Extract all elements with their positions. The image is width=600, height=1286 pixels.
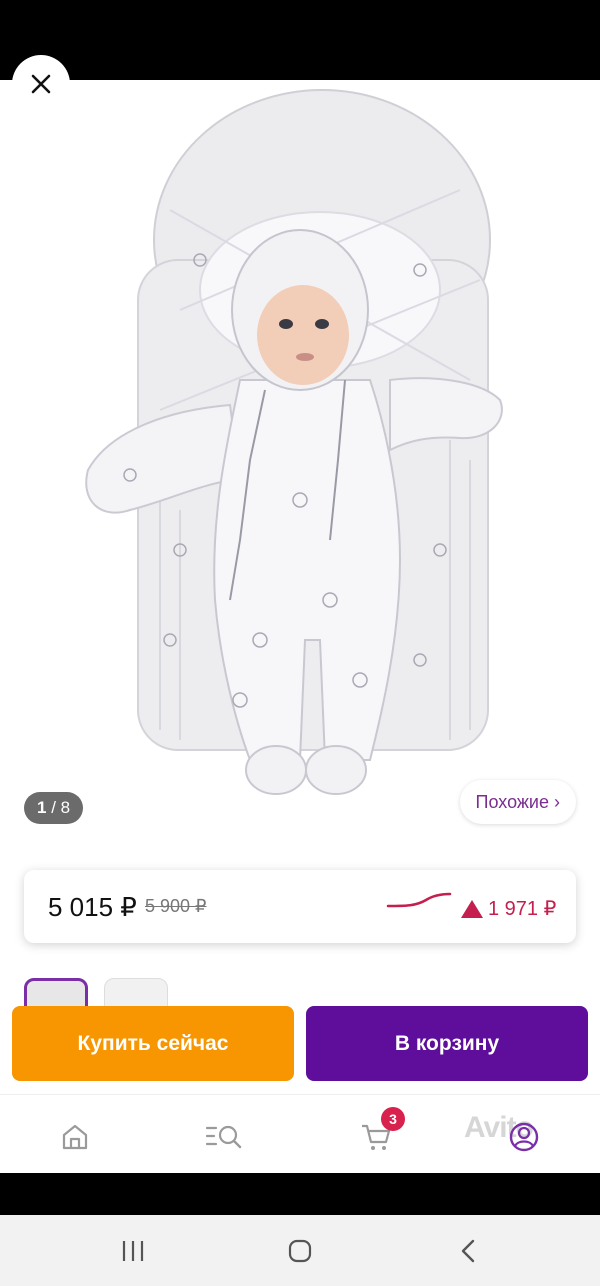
home-icon	[62, 1124, 88, 1150]
close-icon	[31, 74, 51, 94]
cart-badge: 3	[381, 1107, 405, 1131]
search-catalog-icon	[205, 1125, 242, 1149]
image-counter: 1 / 8	[24, 792, 84, 824]
system-navigation-bar	[0, 1215, 600, 1286]
back-button[interactable]	[448, 1235, 488, 1267]
arrow-up-icon	[461, 899, 483, 918]
nav-cart[interactable]: 3	[354, 1107, 405, 1159]
old-price: 5 900 ₽	[145, 896, 207, 916]
counter-total: / 8	[46, 798, 71, 817]
back-icon	[461, 1239, 475, 1263]
similar-button[interactable]: Похожие ›	[459, 780, 576, 824]
price-card[interactable]: 5 015 ₽ 5 900 ₽ 1 971 ₽	[24, 870, 576, 943]
similar-label: Похожие ›	[475, 792, 560, 812]
home-system-button[interactable]	[280, 1235, 320, 1267]
buy-now-button[interactable]: Купить сейчас	[12, 1006, 294, 1081]
profile-icon	[509, 1122, 539, 1152]
price-change: 1 971 ₽	[460, 896, 556, 921]
home-circle-icon	[288, 1239, 312, 1263]
add-to-cart-button[interactable]: В корзину	[306, 1006, 588, 1081]
recents-icon	[122, 1241, 144, 1261]
nav-search[interactable]	[202, 1115, 246, 1159]
recents-button[interactable]	[113, 1235, 153, 1267]
bottom-navigation: 3 Avito	[0, 1094, 600, 1173]
current-price: 5 015 ₽	[48, 892, 137, 922]
product-image[interactable]	[0, 80, 600, 840]
product-screen: 1 / 8 Похожие › 5 015 ₽ 5 900 ₽ 1 971 ₽ …	[0, 80, 600, 1173]
buy-now-label: Купить сейчас	[77, 1031, 229, 1055]
status-bar	[0, 0, 600, 80]
screen-bottom-bar	[0, 1173, 600, 1215]
nav-home[interactable]	[53, 1115, 97, 1159]
nav-profile[interactable]	[502, 1115, 546, 1159]
close-button[interactable]	[12, 55, 70, 113]
to-cart-label: В корзину	[394, 1031, 500, 1055]
price-change-value: 1 971 ₽	[488, 898, 557, 920]
price-trend-icon	[386, 892, 452, 908]
